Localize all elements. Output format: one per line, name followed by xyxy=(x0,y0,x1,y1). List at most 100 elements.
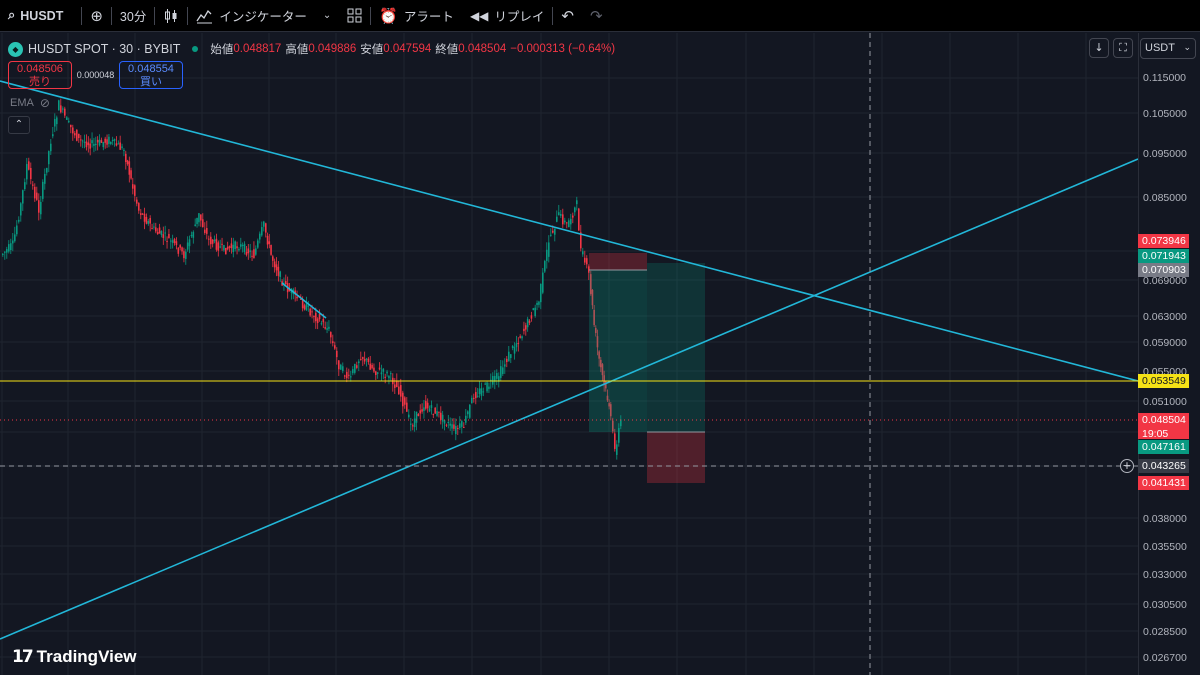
interval-button[interactable]: 30分 xyxy=(112,0,154,32)
candle-body xyxy=(378,367,381,370)
chart-pane[interactable] xyxy=(0,33,1138,675)
candle-body xyxy=(68,120,70,123)
buy-sell-panel: 0.048506 売り 0.000048 0.048554 買い xyxy=(8,61,183,89)
candle-body xyxy=(586,258,588,265)
candle-body xyxy=(384,376,386,378)
compare-button[interactable]: ⊕ xyxy=(82,0,111,32)
candle-body xyxy=(521,336,523,339)
undo-button[interactable]: ↶ xyxy=(553,0,582,32)
candle-body xyxy=(204,229,206,233)
candle-body xyxy=(190,234,193,237)
change-value: −0.000313 (−0.64%) xyxy=(510,43,616,55)
price-tick: 0.038000 xyxy=(1143,513,1187,525)
indicators-button[interactable]: インジケーター xyxy=(188,0,315,32)
layout-button[interactable] xyxy=(339,0,370,32)
candle-body xyxy=(206,228,208,234)
candle-body xyxy=(390,373,392,375)
candle-body xyxy=(91,140,93,144)
hidden-eye-icon[interactable]: ⊘ xyxy=(40,96,50,110)
candle-body xyxy=(66,117,68,120)
price-badge-stop: 0.073946 xyxy=(1138,234,1189,248)
candle-body xyxy=(296,296,298,299)
candle-body xyxy=(22,190,24,204)
candle-body xyxy=(81,140,84,142)
indicator-templates-button[interactable]: ⌄ xyxy=(315,0,339,32)
candle-body xyxy=(534,307,536,317)
candle-body xyxy=(228,246,231,248)
candle-body xyxy=(38,200,40,213)
candle-body xyxy=(213,239,216,242)
candle-body xyxy=(371,364,373,369)
price-tick: 0.035500 xyxy=(1143,541,1187,553)
add-plus-icon[interactable]: + xyxy=(1120,459,1134,473)
chart-legend: ◆ HUSDT SPOT · 30 · BYBIT 始値 0.048817 高値… xyxy=(8,41,619,57)
candle-body xyxy=(488,386,490,389)
candle-body xyxy=(24,182,26,190)
candle-body xyxy=(136,199,138,204)
candle-body xyxy=(344,375,346,377)
candle-body xyxy=(48,151,50,165)
collapse-legend-button[interactable]: ⌃ xyxy=(8,116,30,134)
candle-body xyxy=(570,218,572,225)
candle-body xyxy=(102,142,105,148)
indicator-legend-ema[interactable]: EMA ⊘ xyxy=(10,96,50,110)
candle-body xyxy=(140,213,142,215)
sell-button[interactable]: 0.048506 売り xyxy=(8,61,72,89)
price-tick: 0.105000 xyxy=(1143,108,1187,120)
chart-type-button[interactable] xyxy=(155,0,187,32)
candle-body xyxy=(87,142,90,146)
candle-body xyxy=(315,312,317,322)
currency-select[interactable]: USDT ⌄ xyxy=(1140,38,1196,59)
candle-body xyxy=(415,411,418,423)
candle-body xyxy=(6,249,8,253)
search-icon: ⌕ xyxy=(8,8,16,23)
fullscreen-button[interactable]: ⛶ xyxy=(1113,38,1133,58)
long-position-tool[interactable] xyxy=(589,253,705,483)
candle-body xyxy=(164,232,166,234)
candle-body xyxy=(196,217,198,224)
candle-body xyxy=(181,247,183,252)
candle-body xyxy=(104,138,106,143)
symbol-search[interactable]: ⌕ HUSDT xyxy=(0,0,81,32)
alert-button[interactable]: ⏰ アラート xyxy=(371,0,462,32)
candle-body xyxy=(441,414,444,422)
candle-body xyxy=(93,143,95,146)
candle-body xyxy=(332,341,334,344)
candle-body xyxy=(576,200,578,205)
candle-body xyxy=(16,225,18,235)
price-chart[interactable] xyxy=(0,33,1138,675)
candle-body xyxy=(525,325,527,330)
candle-body xyxy=(510,354,512,358)
replay-button[interactable]: ◀◀ リプレイ xyxy=(462,0,552,32)
candle-body xyxy=(394,384,396,388)
candle-body xyxy=(96,139,99,143)
candle-body xyxy=(504,364,506,367)
candle-body xyxy=(95,143,97,146)
candle-body xyxy=(151,228,153,230)
legend-title[interactable]: HUSDT SPOT · 30 · BYBIT xyxy=(28,42,180,56)
redo-button[interactable]: ↷ xyxy=(582,0,611,32)
candle-body xyxy=(85,141,88,148)
candle-body xyxy=(320,323,323,325)
candle-body xyxy=(425,400,427,409)
buy-button[interactable]: 0.048554 買い xyxy=(119,61,183,89)
replay-label: リプレイ xyxy=(494,10,545,24)
add-circle-icon: ⊕ xyxy=(90,6,103,25)
candle-body xyxy=(106,139,108,145)
candle-body xyxy=(538,301,540,305)
candle-body xyxy=(358,361,360,364)
candle-body xyxy=(4,251,6,253)
candle-body xyxy=(511,345,514,349)
candle-body xyxy=(145,216,148,224)
scroll-to-latest-button[interactable]: ↓ xyxy=(1089,38,1109,58)
candle-body xyxy=(432,414,435,416)
candle-body xyxy=(240,244,242,247)
candle-body xyxy=(111,140,114,142)
candle-body xyxy=(80,139,82,141)
candle-body xyxy=(475,392,477,399)
candle-body xyxy=(338,360,340,370)
candle-body xyxy=(459,423,461,429)
candle-body xyxy=(230,243,233,249)
short-trendline[interactable] xyxy=(281,282,327,319)
low-label: 安値 xyxy=(360,44,384,56)
